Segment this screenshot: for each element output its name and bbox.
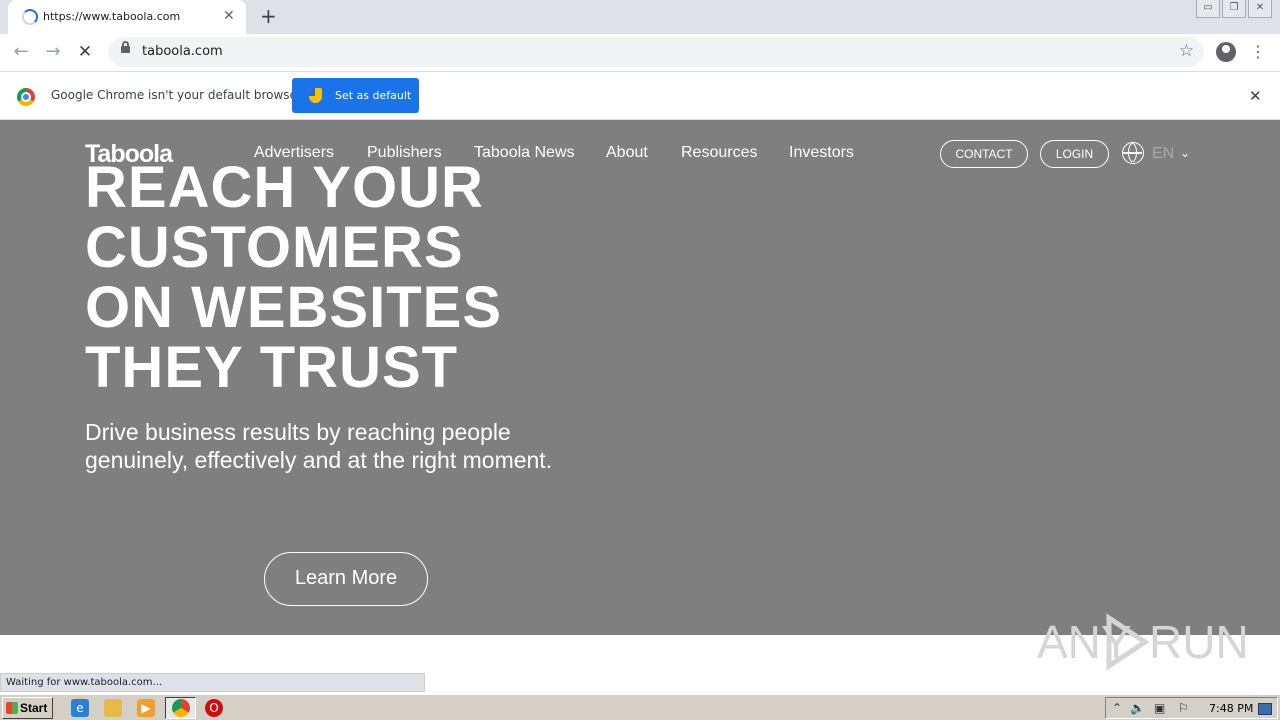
headline-line-4: THEY TRUST: [85, 335, 459, 400]
contact-button[interactable]: CONTACT: [940, 140, 1028, 168]
infobar-close-icon[interactable]: ✕: [1249, 87, 1262, 105]
system-tray: ⌃ 🔈 ▣ ⚐ 7:48 PM: [1105, 697, 1278, 719]
status-bubble: Waiting for www.taboola.com...: [0, 673, 425, 692]
windows-flag-icon: [6, 702, 18, 714]
browser-menu-icon[interactable]: ⋮: [1250, 42, 1266, 62]
tab-close-icon[interactable]: ✕: [223, 8, 235, 24]
restore-button[interactable]: ❐: [1222, 0, 1246, 18]
headline-line-2: CUSTOMERS: [85, 215, 464, 280]
action-center-flag-icon[interactable]: ⚐: [1178, 701, 1189, 715]
lock-icon[interactable]: [121, 41, 130, 53]
stop-loading-button[interactable]: ✕: [74, 41, 96, 63]
nav-about[interactable]: About: [606, 144, 648, 162]
chevron-down-icon[interactable]: ⌄: [1180, 146, 1190, 160]
address-bar[interactable]: taboola.com ☆: [108, 37, 1204, 67]
forward-button[interactable]: →: [42, 41, 64, 63]
default-browser-infobar: Google Chrome isn't your default browser…: [0, 71, 1280, 120]
loading-spinner-icon: [22, 9, 38, 25]
hero-section: Taboola Advertisers Publishers Taboola N…: [0, 120, 1280, 635]
volume-icon[interactable]: 🔈: [1130, 701, 1145, 715]
watermark-run: RUN: [1149, 616, 1249, 668]
start-label: Start: [20, 701, 48, 715]
back-button[interactable]: ←: [10, 41, 32, 63]
nav-resources[interactable]: Resources: [681, 144, 757, 162]
explorer-icon[interactable]: [104, 699, 122, 717]
start-button[interactable]: Start: [2, 697, 53, 719]
window-controls: ▭ ❐ ✕: [1194, 0, 1272, 18]
profile-avatar-icon[interactable]: [1216, 42, 1236, 62]
nav-investors[interactable]: Investors: [789, 144, 854, 162]
address-text[interactable]: taboola.com: [142, 44, 223, 59]
bookmark-star-icon[interactable]: ☆: [1179, 41, 1194, 61]
anyrun-watermark: ANY RUN: [1037, 612, 1249, 672]
close-window-button[interactable]: ✕: [1248, 0, 1272, 18]
chrome-taskbar-button[interactable]: [165, 697, 196, 719]
language-selector[interactable]: EN: [1152, 145, 1174, 163]
play-triangle-icon: [1106, 613, 1149, 671]
infobar-message: Google Chrome isn't your default browser: [51, 88, 302, 102]
tab-title: https://www.taboola.com: [43, 10, 181, 23]
browser-tab[interactable]: https://www.taboola.com ✕: [8, 0, 246, 34]
set-as-default-button[interactable]: Set as default: [292, 78, 419, 113]
chrome-logo-icon: [17, 88, 35, 106]
hero-subheadline: Drive business results by reaching peopl…: [85, 419, 553, 473]
headline-line-3: ON WEBSITES: [85, 275, 503, 340]
ie-icon[interactable]: e: [71, 699, 89, 717]
windows-taskbar: Start e ▶ O ⌃ 🔈 ▣ ⚐ 7:48 PM: [0, 694, 1280, 720]
learn-more-button[interactable]: Learn More: [264, 552, 428, 606]
minimize-button[interactable]: ▭: [1196, 0, 1220, 18]
globe-icon[interactable]: [1122, 142, 1144, 164]
tab-strip: https://www.taboola.com ✕ + ▭ ❐ ✕: [0, 0, 1280, 34]
hero-headline: REACH YOUR CUSTOMERS ON WEBSITES THEY TR…: [85, 158, 605, 398]
network-icon[interactable]: ▣: [1154, 701, 1165, 715]
browser-toolbar: ← → ✕ taboola.com ☆: [0, 34, 1280, 71]
show-desktop-icon[interactable]: [1258, 703, 1272, 715]
headline-line-1: REACH YOUR: [85, 155, 484, 220]
uac-shield-icon: [309, 88, 322, 103]
chrome-icon: [172, 699, 190, 717]
new-tab-button[interactable]: +: [260, 5, 277, 27]
login-button[interactable]: LOGIN: [1040, 140, 1109, 168]
set-as-default-label: Set as default: [335, 89, 412, 102]
media-player-icon[interactable]: ▶: [137, 699, 155, 717]
clock[interactable]: 7:48 PM: [1209, 702, 1253, 715]
tray-expand-icon[interactable]: ⌃: [1112, 701, 1122, 715]
opera-icon[interactable]: O: [205, 699, 223, 717]
